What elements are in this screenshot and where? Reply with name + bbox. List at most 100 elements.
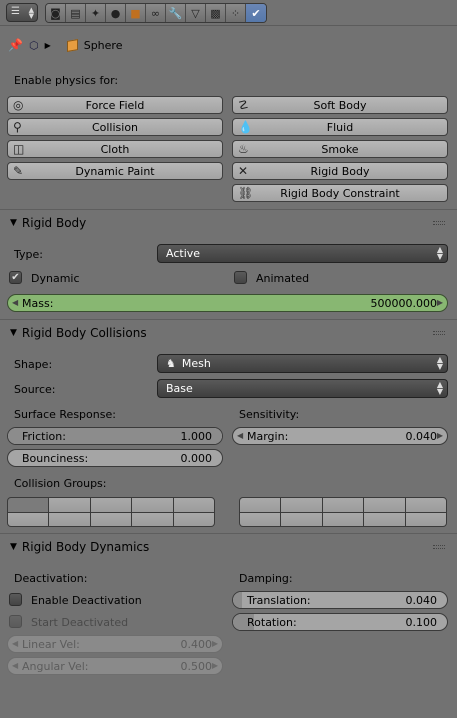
dynamic-paint-icon: ✎ (13, 164, 24, 178)
rotation-value: 0.100 (405, 615, 438, 629)
translation-field[interactable]: Translation: 0.040 (232, 591, 448, 609)
dynamic-paint-button[interactable]: ✎ Dynamic Paint (7, 162, 223, 180)
collision-group-cell[interactable] (240, 512, 281, 526)
collision-group-cell[interactable] (49, 512, 90, 526)
friction-label: Friction: (22, 429, 66, 443)
margin-label: Margin: (247, 429, 289, 443)
dynamic-paint-label: Dynamic Paint (75, 164, 155, 178)
shape-select[interactable]: ♞ Mesh ▲ ▼ (157, 354, 448, 373)
animated-label: Animated (256, 272, 310, 285)
friction-value: 1.000 (180, 429, 213, 443)
mass-field[interactable]: ◀ Mass: 500000.000 ▶ (7, 294, 448, 312)
drag-grip-icon[interactable] (433, 331, 445, 335)
friction-field[interactable]: Friction: 1.000 (7, 427, 223, 445)
collision-group-cell[interactable] (405, 512, 446, 526)
linear-vel-field[interactable]: ◀ Linear Vel: 0.400 ▶ (7, 635, 223, 653)
mesh-icon: ♞ (166, 357, 176, 370)
chevron-updown-icon: ▲ ▼ (436, 380, 443, 396)
rigid-body-constraint-label: Rigid Body Constraint (280, 186, 400, 200)
rigid-body-panel-header[interactable]: ▼ Rigid Body (0, 212, 457, 234)
drag-grip-icon[interactable] (433, 545, 445, 549)
collision-group-cell[interactable] (8, 498, 49, 512)
arrow-left-icon: ◀ (12, 661, 19, 670)
tab-modifiers[interactable]: 🔧 (166, 4, 186, 22)
cloth-button[interactable]: ◫ Cloth (7, 140, 223, 158)
arrow-left-icon: ◀ (12, 639, 19, 648)
modifiers-icon: 🔧 (168, 6, 183, 20)
collision-group-cell[interactable] (364, 512, 405, 526)
enable-deactivation-checkbox[interactable] (9, 593, 22, 606)
source-select[interactable]: Base ▲ ▼ (157, 379, 448, 398)
collision-group-cell[interactable] (132, 498, 173, 512)
tab-render[interactable]: ◙ (46, 4, 66, 22)
collision-group-cell[interactable] (49, 498, 90, 512)
start-deactivated-checkbox[interactable] (9, 615, 22, 628)
chevron-updown-icon: ▲ ▼ (436, 245, 443, 261)
collision-group-cell[interactable] (90, 498, 132, 512)
collision-group-cell[interactable] (281, 498, 322, 512)
collision-group-cell[interactable] (8, 512, 49, 526)
breadcrumb-object: Sphere (66, 39, 122, 52)
collision-button[interactable]: ⚲ Collision (7, 118, 223, 136)
smoke-label: Smoke (321, 142, 359, 156)
collisions-panel-title: Rigid Body Collisions (21, 326, 147, 340)
properties-editor-icon: ☰ (11, 6, 20, 17)
collision-icon: ⚲ (13, 120, 22, 134)
source-value: Base (166, 382, 193, 395)
dynamic-checkbox[interactable]: ✔ (9, 271, 22, 284)
dynamics-panel-header[interactable]: ▼ Rigid Body Dynamics (0, 536, 457, 558)
tab-material[interactable]: ▩ (206, 4, 226, 22)
panel-separator (0, 533, 457, 534)
collision-group-cell[interactable] (364, 498, 405, 512)
tab-constraints[interactable]: ∞ (146, 4, 166, 22)
collision-group-cell[interactable] (405, 498, 446, 512)
tab-render-layers[interactable]: ▤ (66, 4, 86, 22)
soft-body-button[interactable]: ☡ Soft Body (232, 96, 448, 114)
collision-groups-grid-left (7, 497, 215, 527)
deactivation-label: Deactivation: (14, 572, 88, 585)
scene-icon: ⬡ (28, 38, 39, 52)
linear-vel-label: Linear Vel: (22, 637, 80, 651)
check-icon: ✔ (11, 272, 20, 283)
bounciness-field[interactable]: Bounciness: 0.000 (7, 449, 223, 467)
tab-object[interactable]: ■ (126, 4, 146, 22)
tab-particles[interactable]: ⁘ (226, 4, 246, 22)
breadcrumb: 📌 ⬡ ▶ Sphere (8, 36, 122, 54)
collision-label: Collision (91, 120, 139, 134)
angular-vel-field[interactable]: ◀ Angular Vel: 0.500 ▶ (7, 657, 223, 675)
collision-group-cell[interactable] (173, 498, 214, 512)
collision-group-cell[interactable] (240, 498, 281, 512)
force-field-button[interactable]: ◎ Force Field (7, 96, 223, 114)
rigid-body-constraint-button[interactable]: ⛓ Rigid Body Constraint (232, 184, 448, 202)
surface-response-label: Surface Response: (14, 408, 116, 421)
tab-world[interactable]: ● (106, 4, 126, 22)
type-select[interactable]: Active ▲ ▼ (157, 244, 448, 263)
drag-grip-icon[interactable] (433, 221, 445, 225)
smoke-button[interactable]: ♨ Smoke (232, 140, 448, 158)
rigid-body-button[interactable]: ✕ Rigid Body (232, 162, 448, 180)
damping-label: Damping: (239, 572, 293, 585)
editor-type-selector[interactable]: ☰ ▲ ▼ (6, 3, 38, 22)
dynamics-panel-title: Rigid Body Dynamics (21, 540, 150, 554)
panel-separator (0, 319, 457, 320)
collision-group-cell[interactable] (173, 512, 214, 526)
collisions-panel-header[interactable]: ▼ Rigid Body Collisions (0, 322, 457, 344)
context-tabs: ◙ ▤ ✦ ● ■ ∞ 🔧 ▽ ▩ ⁘ ✔ (45, 3, 267, 23)
enable-deactivation-label: Enable Deactivation (31, 594, 142, 607)
tab-physics[interactable]: ✔ (246, 4, 266, 22)
rotation-field[interactable]: Rotation: 0.100 (232, 613, 448, 631)
margin-field[interactable]: ◀ Margin: 0.040 ▶ (232, 427, 448, 445)
collision-group-cell[interactable] (322, 498, 364, 512)
chevron-updown-icon: ▲ ▼ (28, 6, 34, 20)
tab-scene[interactable]: ✦ (86, 4, 106, 22)
collision-group-cell[interactable] (281, 512, 322, 526)
fluid-button[interactable]: 💧 Fluid (232, 118, 448, 136)
fluid-label: Fluid (326, 120, 354, 134)
tab-data[interactable]: ▽ (186, 4, 206, 22)
animated-checkbox[interactable] (234, 271, 247, 284)
collision-group-cell[interactable] (132, 512, 173, 526)
bounciness-label: Bounciness: (22, 451, 89, 465)
pin-icon[interactable]: 📌 (8, 38, 23, 52)
collision-group-cell[interactable] (322, 512, 364, 526)
collision-group-cell[interactable] (90, 512, 132, 526)
